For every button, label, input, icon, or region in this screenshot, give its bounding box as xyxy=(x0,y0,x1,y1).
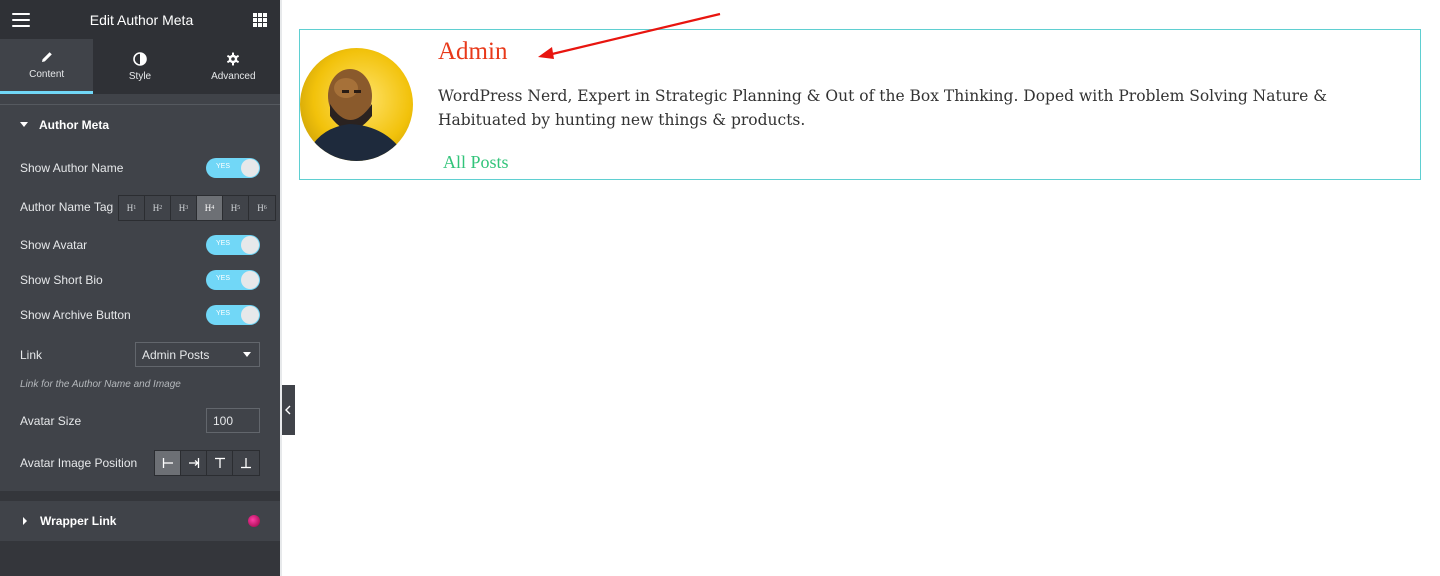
panel-header: Edit Author Meta xyxy=(0,0,280,39)
panel-tabs: Content Style Advanced xyxy=(0,39,280,94)
control-show-avatar: Show Avatar YES xyxy=(20,235,260,255)
tab-advanced[interactable]: Advanced xyxy=(187,39,280,94)
gear-icon xyxy=(227,52,240,65)
control-show-short-bio: Show Short Bio YES xyxy=(20,270,260,290)
annotation-arrow xyxy=(538,12,721,59)
panel-title: Edit Author Meta xyxy=(89,11,194,28)
author-name-tag-buttons: H1 H2 H3 H4 H5 H6 xyxy=(118,195,276,221)
tab-style[interactable]: Style xyxy=(93,39,186,94)
section-author-meta-title: Author Meta xyxy=(39,117,109,132)
show-author-name-label: Show Author Name xyxy=(20,161,124,175)
show-author-name-toggle[interactable]: YES xyxy=(206,158,260,178)
align-bottom-icon xyxy=(241,458,251,469)
show-archive-button-label: Show Archive Button xyxy=(20,308,131,322)
toggle-yes-text: YES xyxy=(216,310,231,317)
control-show-author-name: Show Author Name YES xyxy=(20,158,260,178)
section-author-meta[interactable]: Author Meta xyxy=(0,104,280,144)
author-meta-widget[interactable]: Admin WordPress Nerd, Expert in Strategi… xyxy=(299,29,1421,180)
pro-badge-icon xyxy=(248,515,260,527)
align-right-button[interactable] xyxy=(181,451,207,475)
avatar-size-input[interactable] xyxy=(206,408,260,433)
author-bio: WordPress Nerd, Expert in Strategic Plan… xyxy=(438,87,1327,129)
hamburger-menu-icon[interactable] xyxy=(12,12,30,27)
chevron-left-icon xyxy=(284,405,290,415)
show-short-bio-toggle[interactable]: YES xyxy=(206,270,260,290)
link-description: Link for the Author Name and Image xyxy=(20,379,181,390)
tag-h1-button[interactable]: H1 xyxy=(119,196,145,220)
panel-footer-space xyxy=(0,541,280,576)
tag-h5-button[interactable]: H5 xyxy=(223,196,249,220)
widgets-grid-icon[interactable] xyxy=(252,12,267,27)
pencil-icon xyxy=(41,52,52,62)
align-right-icon xyxy=(188,458,199,468)
tag-h2-button[interactable]: H2 xyxy=(145,196,171,220)
section-divider xyxy=(0,491,280,501)
avatar-image-position-label: Avatar Image Position xyxy=(20,456,138,470)
tab-advanced-label: Advanced xyxy=(211,70,256,82)
tab-content[interactable]: Content xyxy=(0,39,94,94)
section-wrapper-link-title: Wrapper Link xyxy=(40,514,117,528)
show-avatar-toggle[interactable]: YES xyxy=(206,235,260,255)
chevron-down-icon xyxy=(243,352,251,357)
align-top-icon xyxy=(214,457,225,468)
section-wrapper-link[interactable]: Wrapper Link xyxy=(0,501,280,541)
control-avatar-image-position: Avatar Image Position xyxy=(20,450,260,476)
tag-h3-button[interactable]: H3 xyxy=(171,196,197,220)
editor-panel: Edit Author Meta Content Style Advanced … xyxy=(0,0,280,576)
toggle-yes-text: YES xyxy=(216,240,231,247)
control-author-name-tag: Author Name Tag xyxy=(20,200,113,214)
caret-down-icon xyxy=(20,122,28,127)
align-left-button[interactable] xyxy=(155,451,181,475)
author-name-tag-label: Author Name Tag xyxy=(20,200,114,214)
control-avatar-size: Avatar Size xyxy=(20,408,260,433)
avatar-size-label: Avatar Size xyxy=(20,413,82,428)
author-name-heading[interactable]: Admin xyxy=(438,38,507,66)
link-select[interactable]: Admin Posts xyxy=(135,342,260,367)
toggle-knob xyxy=(241,271,259,289)
control-show-archive-button: Show Archive Button YES xyxy=(20,305,260,325)
align-left-icon xyxy=(162,458,173,468)
toggle-knob xyxy=(241,306,259,324)
collapse-panel-button[interactable] xyxy=(280,385,295,435)
author-avatar[interactable] xyxy=(300,48,413,161)
tab-content-label: Content xyxy=(29,69,65,80)
tab-style-label: Style xyxy=(128,70,152,82)
tag-h4-button[interactable]: H4 xyxy=(197,196,223,220)
align-bottom-button[interactable] xyxy=(233,451,259,475)
show-archive-button-toggle[interactable]: YES xyxy=(206,305,260,325)
show-avatar-label: Show Avatar xyxy=(20,238,88,252)
preview-edge xyxy=(280,0,282,576)
caret-right-icon xyxy=(23,517,27,525)
link-label: Link xyxy=(20,347,43,362)
avatar-position-buttons xyxy=(154,450,260,476)
half-circle-icon xyxy=(133,51,147,66)
toggle-knob xyxy=(241,159,259,177)
link-select-value: Admin Posts xyxy=(142,347,210,362)
toggle-yes-text: YES xyxy=(216,275,231,282)
toggle-knob xyxy=(241,236,259,254)
author-photo-illustration xyxy=(305,69,408,161)
show-short-bio-label: Show Short Bio xyxy=(20,273,103,287)
control-link: Link Admin Posts xyxy=(20,342,260,367)
toggle-yes-text: YES xyxy=(216,163,231,170)
all-posts-link[interactable]: All Posts xyxy=(443,152,509,173)
align-top-button[interactable] xyxy=(207,451,233,475)
tag-h6-button[interactable]: H6 xyxy=(249,196,275,220)
